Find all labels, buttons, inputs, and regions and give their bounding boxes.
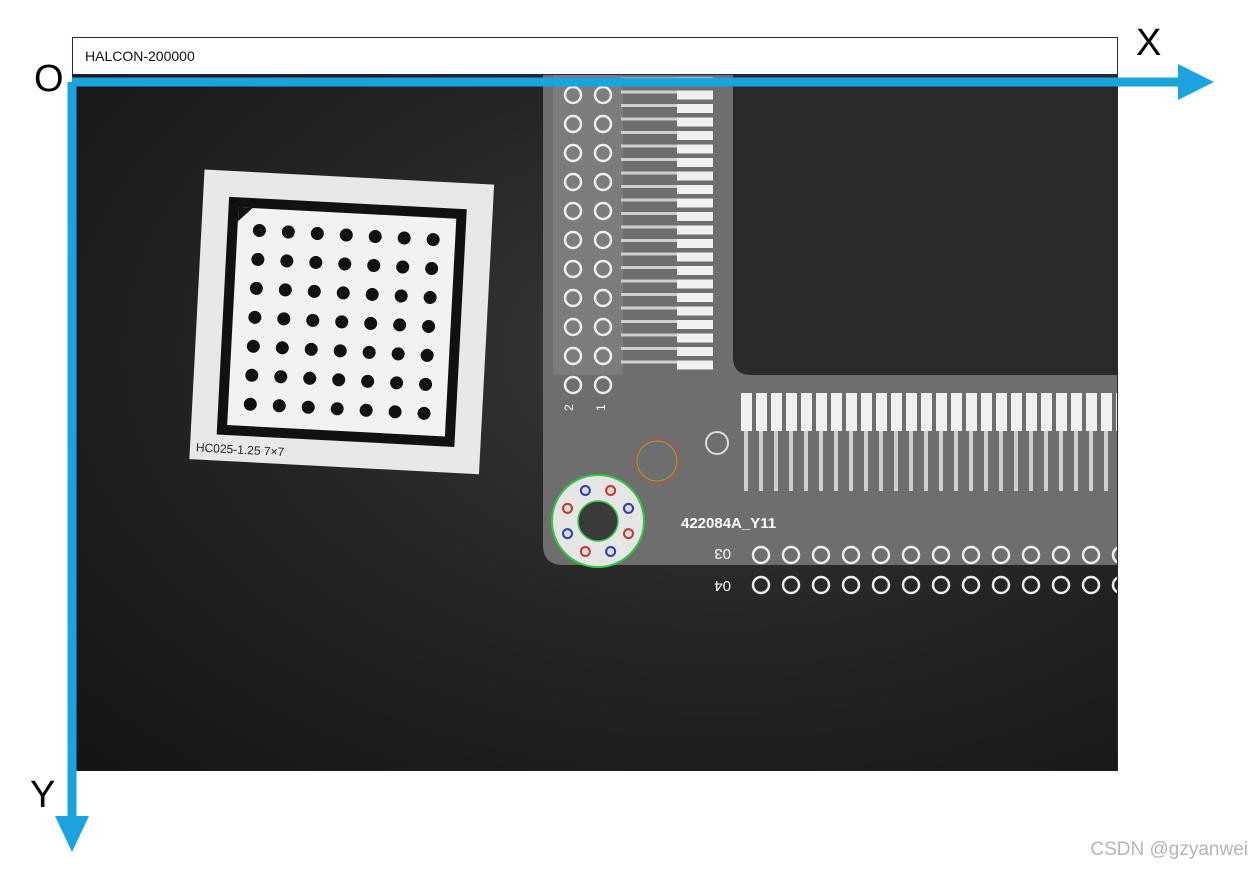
x-axis-label: X	[1136, 22, 1162, 64]
y-axis-arrow-icon	[55, 816, 89, 852]
x-axis-arrow-icon	[1178, 64, 1214, 100]
axes-overlay	[55, 64, 1214, 852]
origin-label: O	[34, 58, 64, 100]
y-axis-label: Y	[30, 774, 56, 816]
csdn-watermark: CSDN @gzyanwei	[1090, 839, 1248, 860]
